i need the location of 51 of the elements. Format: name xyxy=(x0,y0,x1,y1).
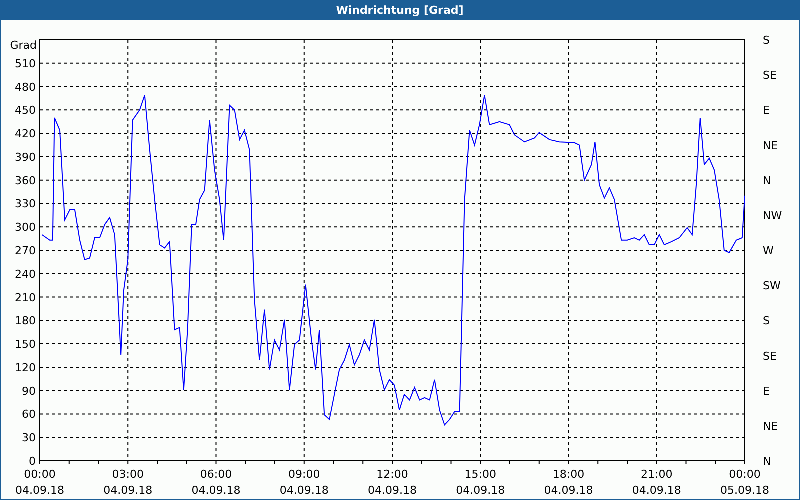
x-tick-date: 04.09.18 xyxy=(192,484,241,497)
x-tick-label: 06:00 xyxy=(200,468,232,481)
direction-label: E xyxy=(763,104,770,118)
y-tick-label: 270 xyxy=(15,244,36,258)
y-tick-label: 90 xyxy=(22,384,36,398)
x-tick-date: 04.09.18 xyxy=(280,484,329,497)
y-tick-label: 120 xyxy=(15,361,36,374)
direction-label: S xyxy=(763,34,770,47)
x-tick-label: 09:00 xyxy=(288,468,320,481)
y-tick-label: 300 xyxy=(15,221,36,234)
x-tick-label: 21:00 xyxy=(641,468,673,481)
direction-label: SE xyxy=(763,350,777,363)
direction-label: E xyxy=(763,384,770,398)
direction-label: SW xyxy=(763,280,781,293)
y-tick-label: 210 xyxy=(15,291,36,304)
x-tick-date: 04.09.18 xyxy=(16,484,64,497)
x-tick-label: 12:00 xyxy=(376,468,408,481)
y-tick-label: 180 xyxy=(15,314,36,328)
x-tick-label: 00:00 xyxy=(729,468,761,481)
direction-label: NE xyxy=(763,420,778,433)
y-tick-label: 330 xyxy=(15,198,36,211)
x-tick-label: 15:00 xyxy=(464,468,496,481)
window-title: Windrichtung [Grad] xyxy=(336,4,464,16)
direction-label: N xyxy=(763,455,772,468)
y-tick-label: 390 xyxy=(15,150,36,164)
direction-label: SE xyxy=(763,69,777,82)
y-tick-label: 420 xyxy=(15,128,36,141)
x-tick-date: 04.09.18 xyxy=(456,484,506,497)
direction-label: W xyxy=(763,244,774,258)
x-tick-date: 04.09.18 xyxy=(544,484,594,497)
x-tick-date: 04.09.18 xyxy=(368,484,417,497)
y-tick-label: 480 xyxy=(15,80,36,94)
direction-label: N xyxy=(763,174,772,188)
y-tick-label: 60 xyxy=(22,408,36,422)
y-tick-label: 0 xyxy=(29,455,36,468)
y-tick-label: 240 xyxy=(15,268,36,281)
x-tick-date: 04.09.18 xyxy=(104,484,153,497)
x-tick-date: 05.09.18 xyxy=(720,484,770,497)
x-tick-label: 00:00 xyxy=(24,468,56,481)
y-axis-label: Grad xyxy=(10,39,37,52)
y-tick-label: 360 xyxy=(15,174,36,188)
y-tick-label: 30 xyxy=(22,432,36,445)
direction-label: S xyxy=(763,314,770,328)
direction-label: NE xyxy=(763,139,778,152)
direction-label: NW xyxy=(763,209,782,222)
y-tick-label: 150 xyxy=(15,338,36,352)
y-tick-label: 450 xyxy=(15,104,36,118)
x-tick-date: 04.09.18 xyxy=(632,484,682,497)
y-tick-label: 510 xyxy=(15,57,36,70)
x-tick-label: 03:00 xyxy=(112,468,144,481)
x-tick-label: 18:00 xyxy=(552,468,585,481)
